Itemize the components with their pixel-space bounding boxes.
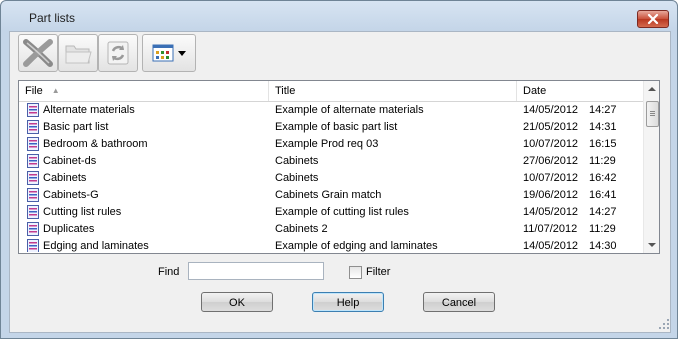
- date-cell: 14/05/2012: [523, 206, 579, 218]
- table-row[interactable]: Alternate materials Example of alternate…: [19, 102, 643, 119]
- grip-line: [650, 113, 655, 114]
- date-cell: 10/07/2012: [523, 138, 579, 150]
- file-name: Duplicates: [43, 223, 95, 235]
- part-list-file-icon: [27, 205, 39, 219]
- delete-x-icon: [23, 39, 53, 67]
- file-name: Cutting list rules: [43, 206, 122, 218]
- grip-line: [650, 111, 655, 112]
- table-row[interactable]: Edging and laminates Example of edging a…: [19, 238, 643, 252]
- part-list-file-icon: [27, 137, 39, 151]
- table-row[interactable]: Cabinets Cabinets 10/07/2012 16:42: [19, 170, 643, 187]
- view-options-button[interactable]: [142, 34, 196, 72]
- title-cell: Cabinets 2: [275, 223, 328, 235]
- column-header-file[interactable]: File ▲: [19, 81, 269, 101]
- scroll-up-button[interactable]: [644, 81, 659, 97]
- column-header-date[interactable]: Date: [517, 81, 643, 101]
- date-cell: 19/06/2012: [523, 189, 579, 201]
- find-label: Find: [158, 266, 180, 278]
- file-name: Cabinets: [43, 172, 87, 184]
- date-cell: 21/05/2012: [523, 121, 579, 133]
- time-cell: 11:29: [589, 155, 616, 167]
- title-cell: Example of basic part list: [275, 121, 398, 133]
- part-lists-dialog: Part lists File ▲ Title Date Alternate m…: [0, 0, 678, 339]
- find-input[interactable]: [188, 262, 324, 280]
- table-row[interactable]: Cabinets-G Cabinets Grain match 19/06/20…: [19, 187, 643, 204]
- dialog-body: File ▲ Title Date Alternate materials Ex…: [9, 31, 671, 333]
- cancel-button[interactable]: Cancel: [423, 292, 495, 312]
- part-list-file-icon: [27, 103, 39, 117]
- help-button[interactable]: Help: [312, 292, 384, 312]
- filter-label[interactable]: Filter: [366, 266, 390, 278]
- sort-ascending-icon: ▲: [51, 86, 60, 96]
- time-cell: 11:29: [589, 223, 616, 235]
- file-name: Bedroom & bathroom: [43, 138, 148, 150]
- part-list-file-icon: [27, 239, 39, 252]
- close-icon: [647, 14, 659, 24]
- grid-view-icon: [152, 44, 174, 62]
- title-cell: Cabinets Grain match: [275, 189, 382, 201]
- resize-grip-icon[interactable]: [658, 318, 670, 330]
- file-name: Cabinet-ds: [43, 155, 97, 167]
- title-cell: Example Prod req 03: [275, 138, 379, 150]
- time-cell: 14:31: [589, 121, 617, 133]
- vertical-scrollbar[interactable]: [643, 81, 659, 253]
- window-title: Part lists: [29, 11, 76, 25]
- table-header: File ▲ Title Date: [19, 81, 643, 102]
- chevron-down-icon: [178, 51, 186, 56]
- refresh-icon: [107, 41, 129, 65]
- column-label-file: File: [25, 85, 43, 97]
- file-name: Basic part list: [43, 121, 109, 133]
- file-name: Cabinets-G: [43, 189, 99, 201]
- open-folder-button[interactable]: [58, 34, 98, 72]
- scroll-thumb[interactable]: [646, 101, 659, 127]
- time-cell: 14:27: [589, 104, 617, 116]
- refresh-button[interactable]: [98, 34, 138, 72]
- date-cell: 27/06/2012: [523, 155, 579, 167]
- part-list-file-icon: [27, 222, 39, 236]
- close-button[interactable]: [637, 10, 669, 28]
- table-row[interactable]: Basic part list Example of basic part li…: [19, 119, 643, 136]
- part-list-file-icon: [27, 188, 39, 202]
- part-list-file-icon: [27, 120, 39, 134]
- grip-line: [650, 115, 655, 116]
- time-cell: 16:42: [589, 172, 617, 184]
- column-label-date: Date: [523, 85, 547, 97]
- date-cell: 11/07/2012: [523, 223, 578, 235]
- column-label-title: Title: [275, 85, 296, 97]
- scroll-down-button[interactable]: [644, 237, 659, 253]
- time-cell: 14:27: [589, 206, 617, 218]
- part-list-file-icon: [27, 171, 39, 185]
- title-cell: Example of cutting list rules: [275, 206, 409, 218]
- date-cell: 14/05/2012: [523, 240, 579, 252]
- file-name: Edging and laminates: [43, 240, 149, 252]
- title-cell: Example of alternate materials: [275, 104, 424, 116]
- part-list-table[interactable]: File ▲ Title Date Alternate materials Ex…: [18, 80, 660, 254]
- column-header-title[interactable]: Title: [269, 81, 517, 101]
- time-cell: 16:15: [589, 138, 617, 150]
- table-row[interactable]: Bedroom & bathroom Example Prod req 03 1…: [19, 136, 643, 153]
- table-row[interactable]: Cutting list rules Example of cutting li…: [19, 204, 643, 221]
- time-cell: 16:41: [589, 189, 617, 201]
- table-rows: Alternate materials Example of alternate…: [19, 102, 643, 252]
- filter-checkbox[interactable]: [349, 266, 362, 279]
- file-name: Alternate materials: [43, 104, 135, 116]
- title-bar[interactable]: Part lists: [1, 1, 677, 31]
- scroll-down-icon: [648, 243, 656, 247]
- ok-button[interactable]: OK: [201, 292, 273, 312]
- part-list-file-icon: [27, 154, 39, 168]
- title-cell: Cabinets: [275, 155, 319, 167]
- table-row[interactable]: Duplicates Cabinets 2 11/07/2012 11:29: [19, 221, 643, 238]
- delete-button[interactable]: [18, 34, 58, 72]
- title-cell: Example of edging and laminates: [275, 240, 438, 252]
- folder-icon: [65, 45, 92, 64]
- table-row[interactable]: Cabinet-ds Cabinets 27/06/2012 11:29: [19, 153, 643, 170]
- scroll-up-icon: [648, 87, 656, 91]
- time-cell: 14:30: [589, 240, 617, 252]
- title-cell: Cabinets: [275, 172, 319, 184]
- date-cell: 14/05/2012: [523, 104, 579, 116]
- date-cell: 10/07/2012: [523, 172, 579, 184]
